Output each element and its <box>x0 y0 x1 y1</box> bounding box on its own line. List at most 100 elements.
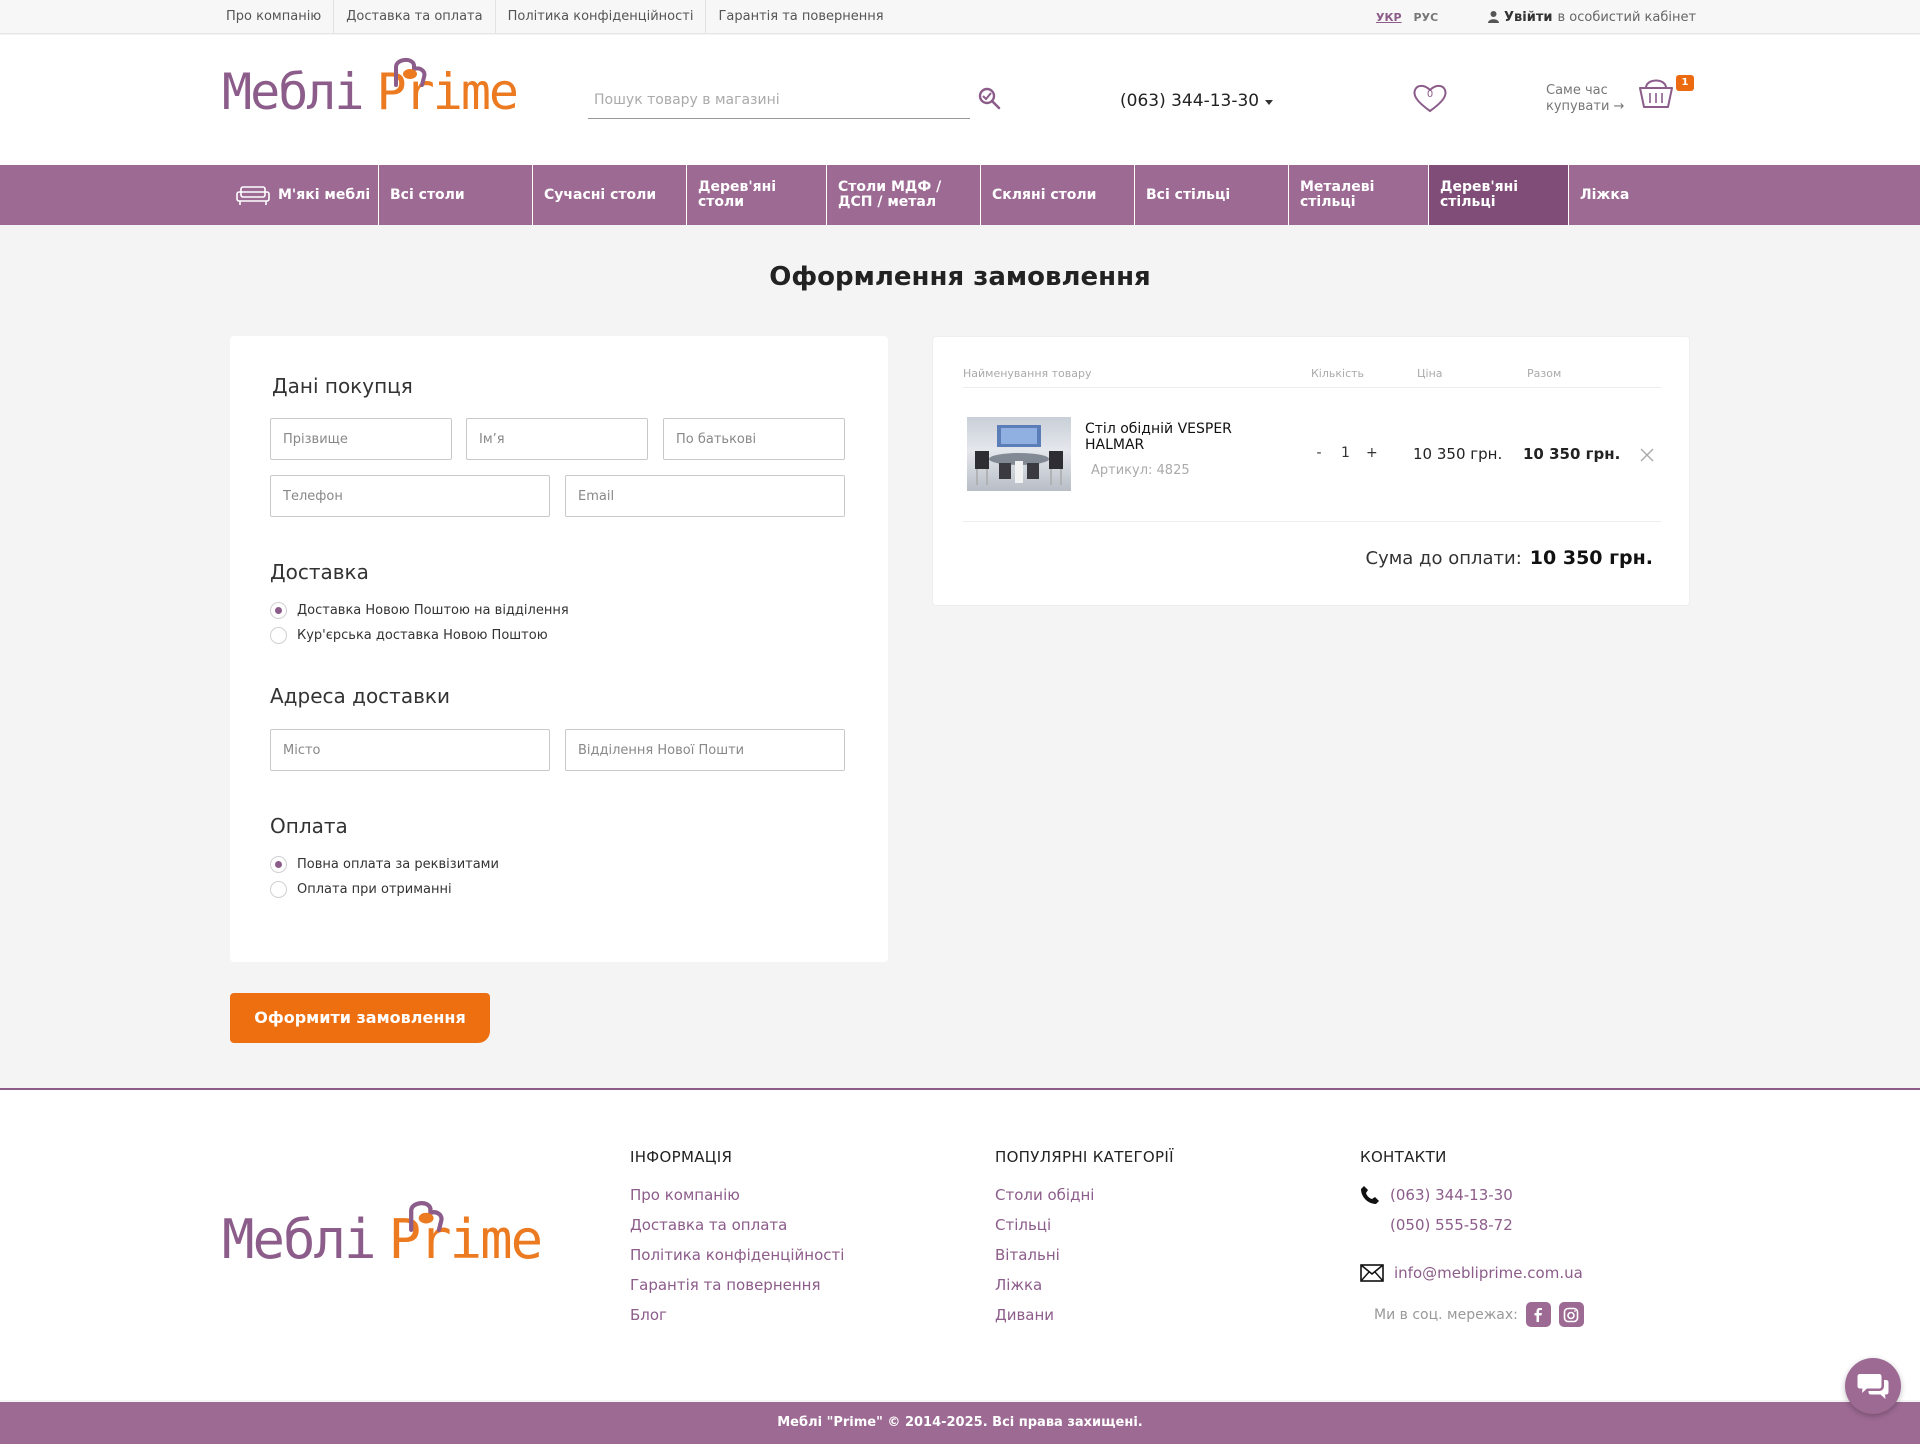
footer-email[interactable]: info@mebliprime.com.ua <box>1360 1258 1584 1288</box>
radio-label: Оплата при отриманні <box>297 882 452 897</box>
buy-now-caption: Саме час купувати → <box>1546 83 1624 115</box>
footer-logo[interactable]: Меблі Prime <box>222 1201 543 1271</box>
footer-link-beds[interactable]: Ліжка <box>995 1270 1174 1300</box>
qty-decrease-button[interactable]: - <box>1313 445 1325 461</box>
payment-heading: Оплата <box>270 814 348 838</box>
chair-logo-icon <box>394 58 427 87</box>
payment-option-invoice[interactable]: Повна оплата за реквізитами <box>270 856 499 873</box>
header: Меблі Prime (063) 344-13-30 0 Саме час к… <box>0 35 1920 165</box>
login-caption: в особистий кабінет <box>1557 9 1697 25</box>
radio-unchecked <box>270 881 287 898</box>
footer-link-blog[interactable]: Блог <box>630 1300 844 1330</box>
instagram-icon[interactable] <box>1558 1302 1584 1327</box>
nav-item-wooden-tables[interactable]: Дерев'яні столи <box>687 165 827 225</box>
phone-field <box>270 475 550 517</box>
cart-button[interactable]: 1 <box>1636 73 1694 113</box>
footer-link-living-rooms[interactable]: Вітальні <box>995 1240 1174 1270</box>
nav-label: Дерев'яні столи <box>698 179 777 210</box>
firstname-input[interactable] <box>467 419 647 459</box>
nav-item-wooden-chairs[interactable]: Дерев'яні стільці <box>1429 165 1569 225</box>
nav-label: Всі столи <box>390 186 465 203</box>
nav-label: Металеві стільці <box>1300 179 1375 210</box>
radio-unchecked <box>270 627 287 644</box>
product-name[interactable]: Стіл обідній VESPER HALMAR <box>1085 421 1265 453</box>
footer-link-chairs[interactable]: Стільці <box>995 1210 1174 1240</box>
place-order-button[interactable]: Оформити замовлення <box>230 993 490 1043</box>
logo[interactable]: Меблі Prime <box>222 58 519 121</box>
col-header-name: Найменування товару <box>963 367 1092 380</box>
lang-rus[interactable]: РУС <box>1414 11 1439 24</box>
header-phone[interactable]: (063) 344-13-30 <box>1120 91 1274 111</box>
footer-link-about[interactable]: Про компанію <box>630 1180 844 1210</box>
wishlist-button[interactable]: 0 <box>1410 78 1450 118</box>
delivery-option-courier[interactable]: Кур'єрська доставка Новою Поштою <box>270 627 548 644</box>
payment-option-cod[interactable]: Оплата при отриманні <box>270 881 452 898</box>
branch-input[interactable] <box>566 730 844 770</box>
delivery-option-branch[interactable]: Доставка Новою Поштою на відділення <box>270 602 569 619</box>
top-link-about[interactable]: Про компанію <box>214 0 335 34</box>
col-header-price: Ціна <box>1417 367 1443 380</box>
patronymic-input[interactable] <box>664 419 844 459</box>
quantity-stepper: - 1 + <box>1313 445 1378 461</box>
nav-item-metal-chairs[interactable]: Металеві стільці <box>1289 165 1429 225</box>
search-icon[interactable] <box>976 85 1004 113</box>
footer-link-warranty[interactable]: Гарантія та повернення <box>630 1270 844 1300</box>
nav-item-soft-furniture[interactable]: М'які меблі <box>225 165 379 225</box>
nav-item-beds[interactable]: Ліжка <box>1569 165 1689 225</box>
language-switcher: УКР РУС <box>1376 0 1438 34</box>
footer-info-heading: ІНФОРМАЦІЯ <box>630 1148 733 1166</box>
nav-label: Дерев'яні стільці <box>1440 179 1519 210</box>
patronymic-field <box>663 418 845 460</box>
search-input[interactable] <box>588 83 970 117</box>
footer: Меблі Prime ІНФОРМАЦІЯ Про компанію Дост… <box>0 1088 1920 1400</box>
nav-label: М'які меблі <box>278 186 371 203</box>
footer-link-sofas[interactable]: Дивани <box>995 1300 1174 1330</box>
top-bar: Про компанію Доставка та оплата Політика… <box>0 0 1920 34</box>
top-link-privacy[interactable]: Політика конфіденційності <box>496 0 707 34</box>
chat-button[interactable] <box>1845 1358 1901 1414</box>
lastname-field <box>270 418 452 460</box>
footer-phone-2-number: (050) 555-58-72 <box>1390 1216 1513 1234</box>
footer-link-privacy[interactable]: Політика конфіденційності <box>630 1240 844 1270</box>
phone-icon <box>1361 1186 1379 1204</box>
facebook-icon[interactable] <box>1525 1302 1551 1327</box>
city-input[interactable] <box>271 730 549 770</box>
footer-info-column: ІНФОРМАЦІЯ Про компанію Доставка та опла… <box>630 1148 844 1330</box>
phone-input[interactable] <box>271 476 549 516</box>
divider <box>963 387 1661 388</box>
lastname-input[interactable] <box>271 419 451 459</box>
lang-ukr[interactable]: УКР <box>1376 11 1402 24</box>
nav-item-all-chairs[interactable]: Всі стільці <box>1135 165 1289 225</box>
order-summary: Найменування товару Кількість Ціна Разом… <box>932 336 1690 606</box>
qty-increase-button[interactable]: + <box>1366 445 1378 461</box>
nav-label: Сучасні столи <box>544 186 657 203</box>
sum-label: Сума до оплати: <box>1365 548 1522 569</box>
page-title: Оформлення замовлення <box>769 262 1151 292</box>
logo-word-mebli: Меблі <box>222 1208 377 1271</box>
product-image[interactable] <box>967 417 1071 491</box>
footer-contacts-column: КОНТАКТИ (063) 344-13-30 (050) 555-58-72… <box>1360 1148 1584 1327</box>
nav-item-all-tables[interactable]: Всі столи <box>379 165 533 225</box>
sum-value: 10 350 грн. <box>1529 547 1653 569</box>
address-heading: Адреса доставки <box>270 684 450 708</box>
buy-now-line2: купувати → <box>1546 99 1625 114</box>
nav-item-glass-tables[interactable]: Скляні столи <box>981 165 1135 225</box>
login-link[interactable]: Увійти в особистий кабінет <box>1488 0 1696 34</box>
copyright-text: Меблі "Prime" © 2014-2025. Всі права зах… <box>777 1415 1143 1430</box>
nav-label: Всі стільці <box>1146 186 1231 203</box>
footer-phone-1[interactable]: (063) 344-13-30 <box>1360 1180 1584 1210</box>
footer-contacts-heading: КОНТАКТИ <box>1360 1148 1447 1166</box>
item-price: 10 350 грн. <box>1413 445 1503 463</box>
firstname-field <box>466 418 648 460</box>
nav-item-modern-tables[interactable]: Сучасні столи <box>533 165 687 225</box>
chair-logo-icon <box>409 1201 444 1232</box>
footer-link-delivery[interactable]: Доставка та оплата <box>630 1210 844 1240</box>
city-field <box>270 729 550 771</box>
top-link-warranty[interactable]: Гарантія та повернення <box>706 0 895 34</box>
top-link-delivery[interactable]: Доставка та оплата <box>334 0 496 34</box>
footer-phone-2[interactable]: (050) 555-58-72 <box>1360 1210 1584 1240</box>
close-icon[interactable] <box>1639 447 1655 463</box>
footer-link-dining-tables[interactable]: Столи обідні <box>995 1180 1174 1210</box>
nav-item-mdf-tables[interactable]: Столи МДФ / ДСП / метал <box>827 165 981 225</box>
email-input[interactable] <box>566 476 844 516</box>
